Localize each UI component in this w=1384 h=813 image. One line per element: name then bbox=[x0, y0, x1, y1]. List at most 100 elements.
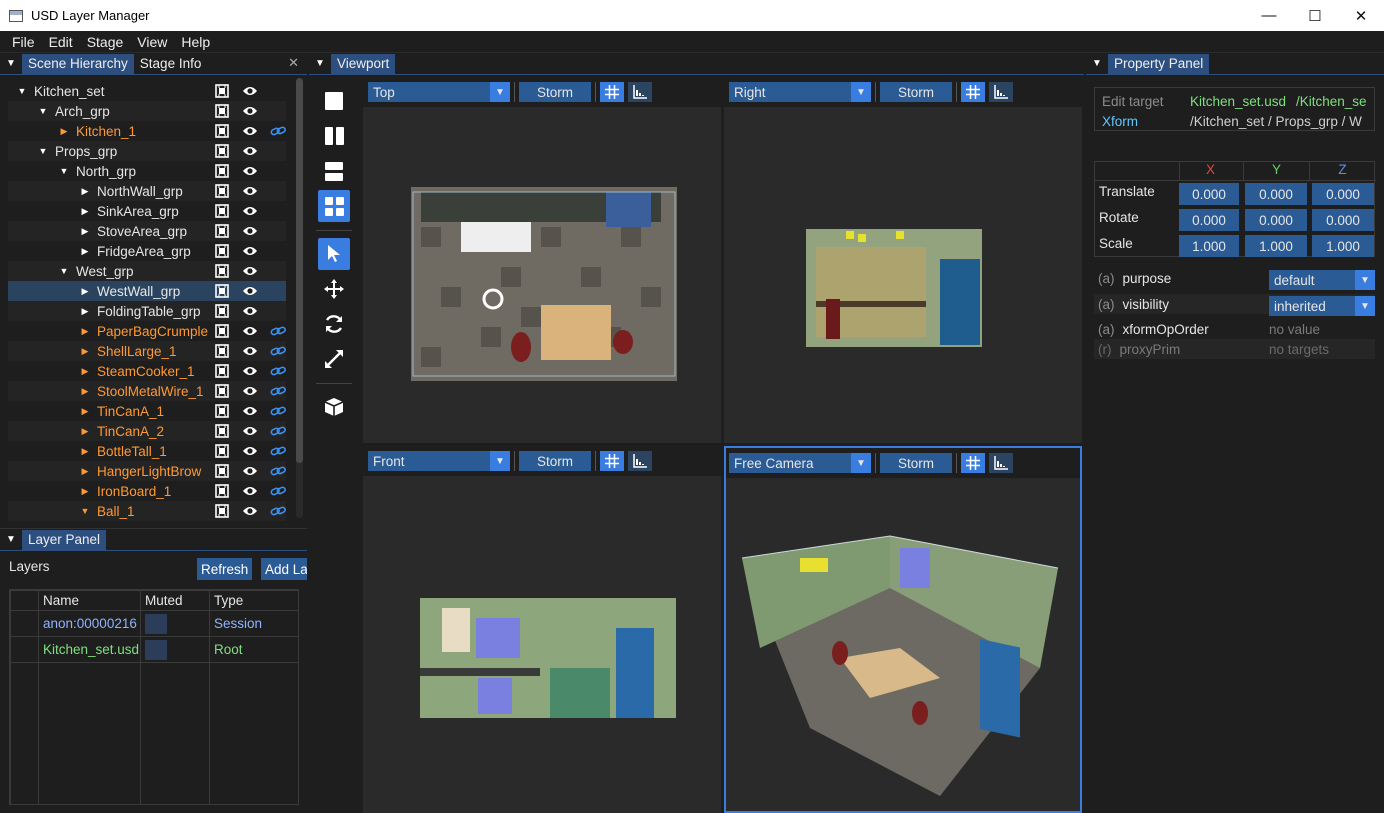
link-icon[interactable] bbox=[264, 321, 286, 341]
edit-target-path[interactable]: /Kitchen_se bbox=[1296, 94, 1374, 109]
tab-scene-hierarchy[interactable]: Scene Hierarchy bbox=[22, 53, 134, 74]
tree-item[interactable]: ▼ Props_grp bbox=[8, 141, 286, 161]
tree-item[interactable]: ▼ North_grp bbox=[8, 161, 286, 181]
link-icon[interactable] bbox=[264, 381, 286, 401]
frame-icon[interactable] bbox=[208, 301, 236, 321]
expand-toggle-icon[interactable]: ▶ bbox=[79, 346, 91, 357]
menu-edit[interactable]: Edit bbox=[42, 34, 80, 50]
hierarchy-scroll-track[interactable] bbox=[296, 78, 303, 518]
tree-item[interactable]: ▶ StoolMetalWire_1 bbox=[8, 381, 286, 401]
frame-icon[interactable] bbox=[208, 181, 236, 201]
tree-item[interactable]: ▶ TinCanA_2 bbox=[8, 421, 286, 441]
rotate-z-field[interactable]: 0.000 bbox=[1312, 209, 1374, 231]
tree-item[interactable]: ▶ HangerLightBrow bbox=[8, 461, 286, 481]
expand-toggle-icon[interactable]: ▼ bbox=[79, 506, 91, 516]
tree-item[interactable]: ▶ TinCanA_1 bbox=[8, 401, 286, 421]
col-muted-header[interactable]: Muted bbox=[140, 590, 210, 611]
grid-icon[interactable] bbox=[600, 451, 624, 471]
eye-icon[interactable] bbox=[236, 241, 264, 261]
tab-stage-info[interactable]: Stage Info bbox=[134, 54, 208, 74]
tree-item-label[interactable]: Props_grp bbox=[55, 144, 185, 159]
close-window-button[interactable]: ✕ bbox=[1338, 0, 1384, 31]
camera-combo[interactable]: Front ▼ bbox=[368, 451, 510, 471]
grid-icon[interactable] bbox=[961, 453, 985, 473]
edit-target-file[interactable]: Kitchen_set.usd bbox=[1190, 94, 1286, 109]
tree-item-label[interactable]: North_grp bbox=[76, 164, 206, 179]
eye-icon[interactable] bbox=[236, 281, 264, 301]
expand-toggle-icon[interactable]: ▶ bbox=[79, 246, 91, 257]
frame-icon[interactable] bbox=[208, 401, 236, 421]
view-free-camera[interactable]: Free Camera ▼ Storm bbox=[724, 446, 1082, 813]
stats-icon[interactable] bbox=[989, 82, 1013, 102]
frame-icon[interactable] bbox=[208, 361, 236, 381]
eye-icon[interactable] bbox=[236, 441, 264, 461]
tree-item[interactable]: ▼ Arch_grp bbox=[8, 101, 286, 121]
hierarchy-scrollbar-thumb[interactable] bbox=[296, 78, 303, 463]
expand-toggle-icon[interactable]: ▶ bbox=[79, 326, 91, 337]
eye-icon[interactable] bbox=[236, 501, 264, 521]
frame-icon[interactable] bbox=[208, 161, 236, 181]
expand-toggle-icon[interactable]: ▶ bbox=[79, 406, 91, 417]
tree-item[interactable]: ▼ West_grp bbox=[8, 261, 286, 281]
eye-icon[interactable] bbox=[236, 81, 264, 101]
expand-toggle-icon[interactable]: ▶ bbox=[58, 126, 70, 137]
link-icon[interactable] bbox=[264, 341, 286, 361]
cube-icon[interactable] bbox=[318, 391, 350, 423]
eye-icon[interactable] bbox=[236, 421, 264, 441]
translate-y-field[interactable]: 0.000 bbox=[1245, 183, 1307, 205]
layer-name[interactable]: Kitchen_set.usd bbox=[38, 636, 141, 663]
renderer-button[interactable]: Storm bbox=[519, 82, 591, 102]
frame-icon[interactable] bbox=[208, 341, 236, 361]
expand-toggle-icon[interactable]: ▶ bbox=[79, 466, 91, 477]
menu-help[interactable]: Help bbox=[174, 34, 217, 50]
eye-icon[interactable] bbox=[236, 301, 264, 321]
tree-item[interactable]: ▶ NorthWall_grp bbox=[8, 181, 286, 201]
expand-toggle-icon[interactable]: ▶ bbox=[79, 386, 91, 397]
scale-y-field[interactable]: 1.000 bbox=[1245, 235, 1307, 257]
panel-menu-icon[interactable]: ▼ bbox=[1086, 58, 1108, 69]
eye-icon[interactable] bbox=[236, 401, 264, 421]
renderer-button[interactable]: Storm bbox=[880, 82, 952, 102]
add-layer-button[interactable]: Add La bbox=[261, 558, 307, 580]
purpose-dropdown[interactable]: default ▼ bbox=[1269, 270, 1375, 290]
minimize-button[interactable]: — bbox=[1246, 0, 1292, 31]
muted-checkbox[interactable] bbox=[145, 613, 167, 634]
frame-icon[interactable] bbox=[208, 461, 236, 481]
frame-icon[interactable] bbox=[208, 421, 236, 441]
tree-item[interactable]: ▶ StoveArea_grp bbox=[8, 221, 286, 241]
expand-toggle-icon[interactable]: ▶ bbox=[79, 366, 91, 377]
two-column-layout-icon[interactable] bbox=[318, 120, 350, 152]
tree-item[interactable]: ▶ ShellLarge_1 bbox=[8, 341, 286, 361]
link-icon[interactable] bbox=[264, 401, 286, 421]
view-front[interactable]: Front ▼ Storm bbox=[363, 446, 721, 813]
tree-item[interactable]: ▼ Kitchen_set bbox=[8, 81, 286, 101]
frame-icon[interactable] bbox=[208, 81, 236, 101]
expand-toggle-icon[interactable]: ▼ bbox=[58, 266, 70, 276]
rotate-tool-icon[interactable] bbox=[318, 308, 350, 340]
link-icon[interactable] bbox=[264, 461, 286, 481]
link-icon[interactable] bbox=[264, 501, 286, 521]
eye-icon[interactable] bbox=[236, 481, 264, 501]
eye-icon[interactable] bbox=[236, 101, 264, 121]
frame-icon[interactable] bbox=[208, 141, 236, 161]
stats-icon[interactable] bbox=[628, 451, 652, 471]
stats-icon[interactable] bbox=[628, 82, 652, 102]
frame-icon[interactable] bbox=[208, 241, 236, 261]
refresh-button[interactable]: Refresh bbox=[197, 558, 253, 580]
muted-checkbox[interactable] bbox=[145, 639, 167, 660]
eye-icon[interactable] bbox=[236, 461, 264, 481]
renderer-button[interactable]: Storm bbox=[880, 453, 952, 473]
expand-toggle-icon[interactable]: ▶ bbox=[79, 426, 91, 437]
eye-icon[interactable] bbox=[236, 361, 264, 381]
expand-toggle-icon[interactable]: ▼ bbox=[37, 146, 49, 156]
camera-combo[interactable]: Top ▼ bbox=[368, 82, 510, 102]
expand-toggle-icon[interactable]: ▶ bbox=[79, 446, 91, 457]
visibility-dropdown[interactable]: inherited ▼ bbox=[1269, 296, 1375, 316]
eye-icon[interactable] bbox=[236, 201, 264, 221]
expand-toggle-icon[interactable]: ▶ bbox=[79, 186, 91, 197]
frame-icon[interactable] bbox=[208, 481, 236, 501]
link-icon[interactable] bbox=[264, 361, 286, 381]
eye-icon[interactable] bbox=[236, 121, 264, 141]
col-type-header[interactable]: Type bbox=[209, 590, 298, 611]
quad-layout-icon[interactable] bbox=[318, 190, 350, 222]
